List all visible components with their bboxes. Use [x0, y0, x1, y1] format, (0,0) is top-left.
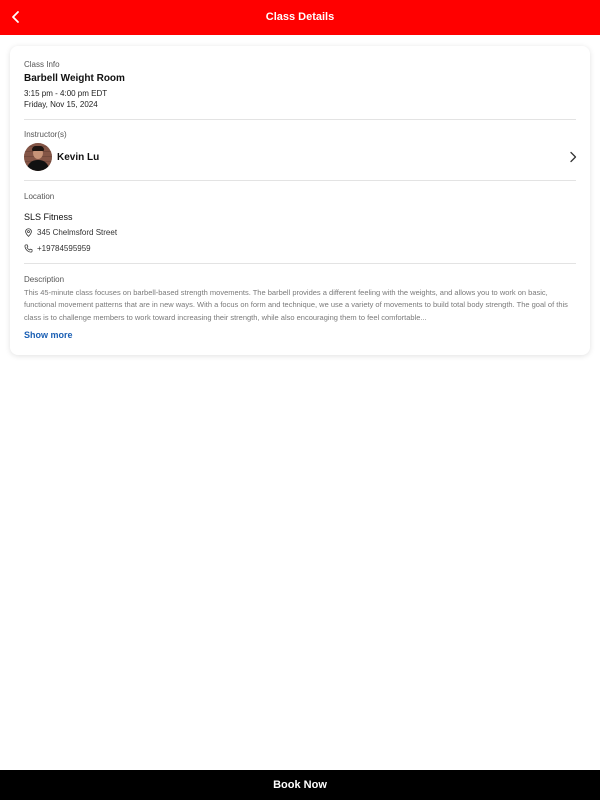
address-row[interactable]: 345 Chelmsford Street — [24, 226, 117, 238]
instructor-name: Kevin Lu — [57, 152, 100, 163]
page-title: Class Details — [265, 11, 335, 23]
instructor-row[interactable]: Kevin Lu — [22, 142, 580, 172]
show-more-link[interactable]: Show more — [24, 330, 73, 340]
location-address: 345 Chelmsford Street — [37, 227, 118, 237]
phone-row[interactable]: +19784595959 — [24, 242, 91, 254]
instructors-label: Instructor(s) — [24, 130, 67, 139]
location-name: SLS Fitness — [24, 212, 73, 222]
phone-icon — [24, 244, 33, 252]
class-time: 3:15 pm - 4:00 pm EDT — [24, 89, 108, 98]
divider — [24, 263, 576, 264]
divider — [24, 180, 576, 181]
description-label: Description — [24, 275, 65, 284]
class-info-label: Class Info — [24, 60, 60, 69]
app-header: Class Details — [0, 0, 600, 35]
book-now-label: Book Now — [273, 779, 327, 791]
class-details-card: Class Info Barbell Weight Room 3:15 pm -… — [10, 46, 590, 355]
divider — [24, 119, 576, 120]
class-description: This 45-minute class focuses on barbell-… — [24, 288, 568, 322]
location-label: Location — [24, 192, 55, 201]
class-date: Friday, Nov 15, 2024 — [24, 100, 98, 109]
avatar — [24, 143, 52, 171]
map-pin-icon — [25, 227, 32, 237]
book-now-button[interactable]: Book Now — [0, 770, 600, 800]
class-name: Barbell Weight Room — [24, 73, 125, 84]
chevron-right-icon — [570, 151, 577, 163]
location-phone: +19784595959 — [37, 243, 91, 253]
